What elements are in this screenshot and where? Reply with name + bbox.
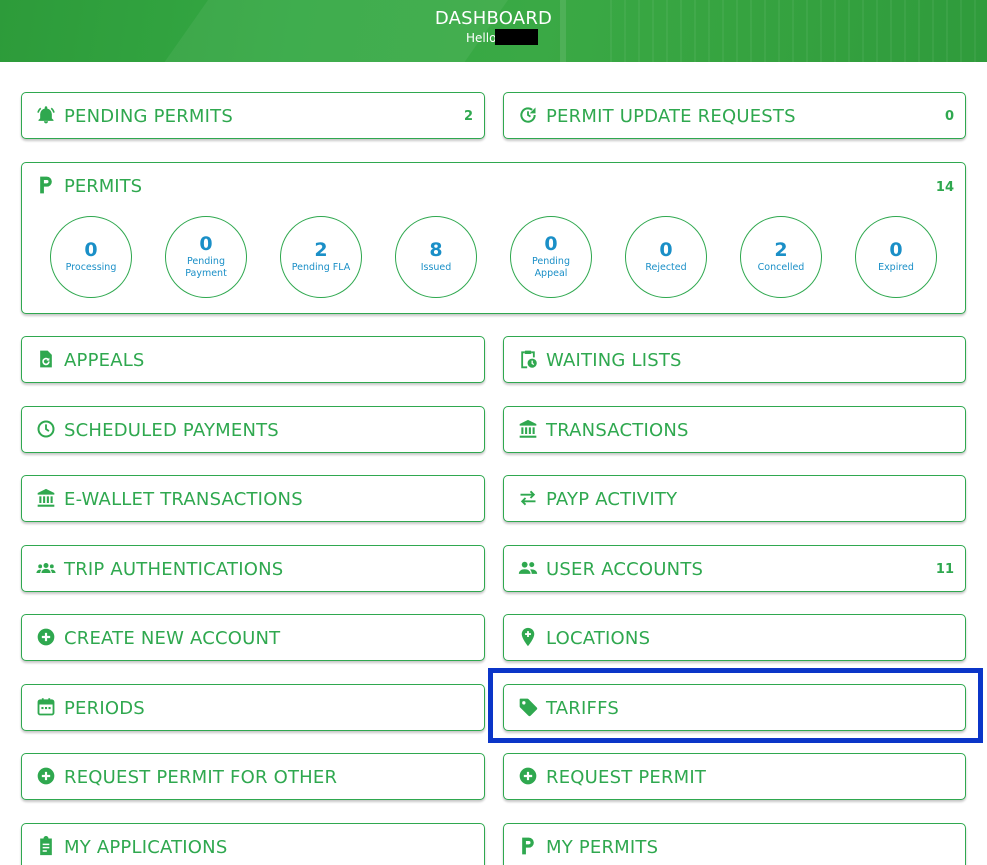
bank-icon: [37, 488, 55, 507]
user-accounts-count: 11: [935, 562, 954, 577]
status-issued[interactable]: 8 Issued: [395, 216, 477, 298]
user-accounts-card[interactable]: USER ACCOUNTS 11: [503, 545, 966, 592]
permit-update-requests-label: PERMIT UPDATE REQUESTS: [546, 106, 796, 127]
create-new-account-label: CREATE NEW ACCOUNT: [64, 628, 281, 649]
trip-authentications-card[interactable]: TRIP AUTHENTICATIONS: [21, 545, 485, 592]
waiting-lists-label: WAITING LISTS: [546, 350, 682, 371]
ewallet-transactions-label: E-WALLET TRANSACTIONS: [64, 489, 303, 510]
locations-card[interactable]: LOCATIONS: [503, 614, 966, 661]
transactions-label: TRANSACTIONS: [546, 420, 689, 441]
status-caption: Processing: [65, 262, 117, 273]
redacted-user-name: [495, 29, 538, 45]
status-value: 0: [889, 239, 903, 261]
transactions-card[interactable]: TRANSACTIONS: [503, 406, 966, 453]
request-permit-label: REQUEST PERMIT: [546, 767, 707, 788]
status-pending-appeal[interactable]: 0 Pending Appeal: [510, 216, 592, 298]
status-value: 8: [429, 239, 443, 261]
status-expired[interactable]: 0 Expired: [855, 216, 937, 298]
periods-label: PERIODS: [64, 698, 145, 719]
clipboard-clock-icon: [521, 350, 537, 369]
my-applications-card[interactable]: MY APPLICATIONS: [21, 823, 485, 865]
tariffs-card[interactable]: TARIFFS: [503, 684, 966, 731]
appeals-card[interactable]: APPEALS: [21, 336, 485, 383]
pending-permits-card[interactable]: PENDING PERMITS 2: [21, 92, 485, 139]
status-value: 0: [544, 233, 558, 255]
locations-label: LOCATIONS: [546, 628, 651, 649]
plus-circle-icon: [37, 767, 55, 785]
status-caption: Pending Payment: [185, 256, 227, 279]
status-processing[interactable]: 0 Processing: [50, 216, 132, 298]
periods-card[interactable]: PERIODS: [21, 684, 485, 731]
clipboard-list-icon: [40, 836, 52, 856]
pending-permits-label: PENDING PERMITS: [64, 106, 233, 127]
dashboard-header: DASHBOARD Hello: [0, 0, 987, 62]
permit-update-requests-count: 0: [944, 109, 954, 124]
status-caption: Pending FLA: [291, 262, 351, 273]
status-value: 2: [314, 239, 328, 261]
create-new-account-card[interactable]: CREATE NEW ACCOUNT: [21, 614, 485, 661]
request-permit-for-other-label: REQUEST PERMIT FOR OTHER: [64, 767, 338, 788]
trip-authentications-label: TRIP AUTHENTICATIONS: [64, 559, 284, 580]
ewallet-transactions-card[interactable]: E-WALLET TRANSACTIONS: [21, 475, 485, 522]
bell-alert-icon: [37, 106, 55, 124]
swap-arrows-icon: [520, 490, 536, 506]
permits-panel[interactable]: PERMITS 14 0 Processing 0 Pending Paymen…: [21, 162, 966, 314]
permit-update-requests-card[interactable]: PERMIT UPDATE REQUESTS 0: [503, 92, 966, 139]
refresh-clock-icon: [520, 107, 536, 123]
users-icon: [518, 561, 538, 574]
payp-activity-card[interactable]: PAYP ACTIVITY: [503, 475, 966, 522]
map-pin-plus-icon: [521, 627, 535, 647]
status-value: 0: [659, 239, 673, 261]
page-title: DASHBOARD: [434, 8, 553, 29]
permits-count: 14: [935, 180, 954, 195]
status-pending-payment[interactable]: 0 Pending Payment: [165, 216, 247, 298]
payp-activity-label: PAYP ACTIVITY: [546, 489, 678, 510]
letter-p-icon: [522, 837, 534, 855]
waiting-lists-card[interactable]: WAITING LISTS: [503, 336, 966, 383]
status-caption: Expired: [878, 262, 914, 273]
status-value: 2: [774, 239, 788, 261]
request-permit-card[interactable]: REQUEST PERMIT: [503, 753, 966, 800]
status-caption: Pending Appeal: [532, 256, 570, 279]
permits-label: PERMITS: [64, 176, 142, 197]
file-refresh-icon: [40, 350, 52, 368]
status-caption: Concelled: [757, 262, 805, 273]
status-caption: Rejected: [645, 262, 687, 273]
greeting-text: Hello: [466, 31, 497, 45]
plus-circle-icon: [519, 767, 537, 785]
request-permit-for-other-card[interactable]: REQUEST PERMIT FOR OTHER: [21, 753, 485, 800]
status-concelled[interactable]: 2 Concelled: [740, 216, 822, 298]
scheduled-payments-card[interactable]: SCHEDULED PAYMENTS: [21, 406, 485, 453]
tariffs-label: TARIFFS: [546, 698, 619, 719]
my-permits-card[interactable]: MY PERMITS: [503, 823, 966, 865]
user-accounts-label: USER ACCOUNTS: [546, 559, 704, 580]
my-permits-label: MY PERMITS: [546, 837, 659, 858]
tag-icon: [519, 698, 538, 717]
status-rejected[interactable]: 0 Rejected: [625, 216, 707, 298]
appeals-label: APPEALS: [64, 350, 145, 371]
status-value: 0: [84, 239, 98, 261]
scheduled-payments-label: SCHEDULED PAYMENTS: [64, 420, 279, 441]
status-pending-fla[interactable]: 2 Pending FLA: [280, 216, 362, 298]
status-value: 0: [199, 233, 213, 255]
plus-circle-icon: [37, 628, 55, 646]
letter-p-icon: [40, 176, 52, 194]
bank-icon: [519, 419, 537, 438]
status-caption: Issued: [420, 262, 452, 273]
pending-permits-count: 2: [463, 109, 473, 124]
group-icon: [36, 563, 56, 573]
calendar-icon: [37, 698, 55, 716]
my-applications-label: MY APPLICATIONS: [64, 837, 228, 858]
clock-icon: [37, 420, 55, 438]
